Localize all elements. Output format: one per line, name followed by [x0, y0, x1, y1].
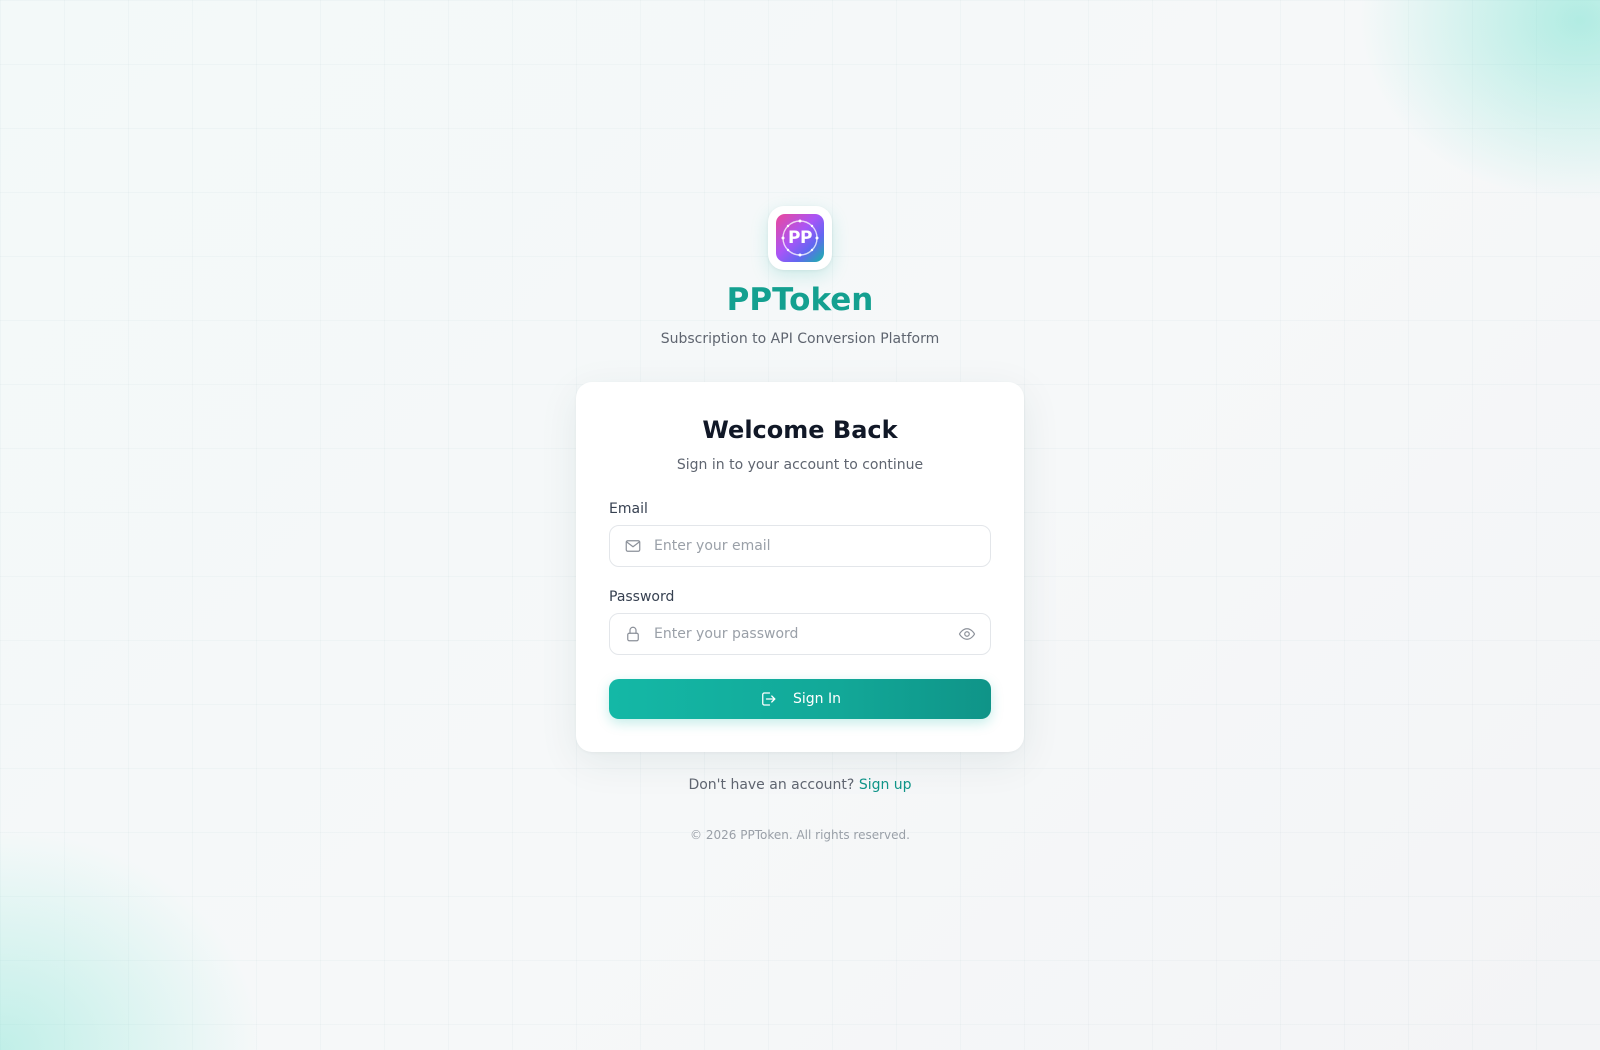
email-input[interactable]	[654, 526, 944, 566]
sign-in-label: Sign In	[793, 691, 841, 707]
footer-copyright: © 2026 PPToken. All rights reserved.	[690, 828, 910, 842]
log-in-icon	[762, 692, 776, 706]
login-page: PP PPToken Subscription to API Conversio…	[0, 0, 1600, 1050]
email-field-wrapper	[609, 525, 991, 567]
mail-icon	[625, 540, 641, 552]
sign-in-button[interactable]: Sign In	[609, 679, 991, 719]
password-field-wrapper	[609, 613, 991, 655]
card-title: Welcome Back	[702, 416, 898, 444]
password-label: Password	[609, 589, 675, 605]
email-label: Email	[609, 501, 648, 517]
app-logo: PP	[768, 206, 832, 270]
password-input[interactable]	[654, 614, 944, 654]
card-subtitle: Sign in to your account to continue	[676, 457, 924, 473]
logo-text: PP	[788, 228, 812, 248]
signup-prompt-line: Don't have an account? Sign up	[0, 777, 1600, 793]
brand-tagline: Subscription to API Conversion Platform	[660, 331, 940, 347]
eye-icon[interactable]	[957, 625, 977, 643]
brand-name: PPToken	[726, 282, 874, 318]
logo-tile: PP	[776, 214, 824, 262]
login-card: Welcome Back Sign in to your account to …	[576, 382, 1024, 752]
signup-prompt-text: Don't have an account?	[688, 777, 855, 793]
lock-icon	[627, 626, 639, 642]
sign-up-link[interactable]: Sign up	[859, 777, 912, 793]
